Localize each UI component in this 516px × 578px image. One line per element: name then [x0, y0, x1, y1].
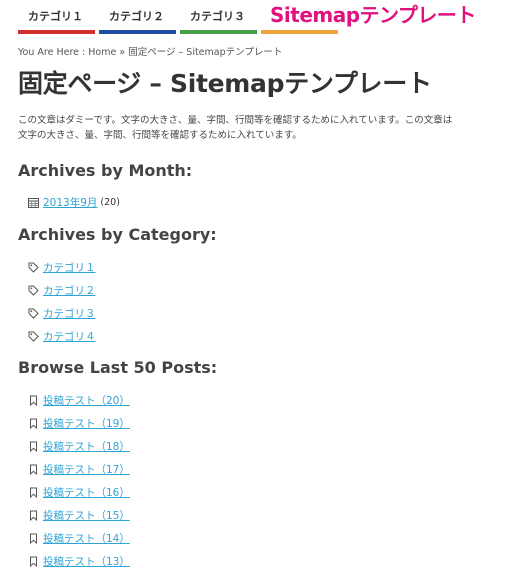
archives-by-category-list: カテゴリ１ カテゴリ２ カテゴリ３ カテゴリ４: [28, 261, 96, 353]
archives-by-month-list: 2013年9月 (20): [28, 196, 120, 219]
list-item: カテゴリ３: [28, 307, 96, 330]
tag-icon: [28, 262, 39, 273]
breadcrumb-separator: »: [119, 47, 126, 58]
list-item: 投稿テスト（13）: [28, 555, 130, 578]
bookmark-icon: [30, 441, 37, 452]
breadcrumb-current: 固定ページ – Sitemapテンプレート: [128, 47, 283, 58]
list-item: 投稿テスト（17）: [28, 463, 130, 486]
month-archive-link[interactable]: 2013年9月: [43, 196, 97, 210]
post-link[interactable]: 投稿テスト（20）: [43, 394, 130, 408]
bookmark-icon: [30, 395, 37, 406]
nav-item-label: カテゴリ１: [28, 10, 83, 23]
list-item: 投稿テスト（20）: [28, 394, 130, 417]
category-link[interactable]: カテゴリ２: [43, 284, 96, 298]
nav-item-label: カテゴリ２: [109, 10, 164, 23]
breadcrumb-home-link[interactable]: Home: [88, 47, 116, 58]
post-link[interactable]: 投稿テスト（14）: [43, 532, 130, 546]
list-item: 2013年9月 (20): [28, 196, 120, 219]
tag-icon: [28, 308, 39, 319]
bookmark-icon: [30, 533, 37, 544]
list-item: 投稿テスト（19）: [28, 417, 130, 440]
page-title: 固定ページ – Sitemapテンプレート: [18, 69, 432, 98]
recent-posts-list: 投稿テスト（20） 投稿テスト（19） 投稿テスト（18） 投稿テスト（17） …: [28, 394, 130, 578]
post-link[interactable]: 投稿テスト（17）: [43, 463, 130, 477]
post-link[interactable]: 投稿テスト（13）: [43, 555, 130, 569]
breadcrumb: You Are Here : Home » 固定ページ – Sitemapテンプ…: [18, 44, 282, 58]
post-count: (20): [100, 197, 120, 208]
bookmark-icon: [30, 556, 37, 567]
breadcrumb-prefix: You Are Here :: [18, 47, 86, 58]
intro-line: この文章はダミーです。文字の大きさ、量、字間、行間等を確認するために入れています…: [18, 115, 453, 126]
category-link[interactable]: カテゴリ４: [43, 330, 96, 344]
bookmark-icon: [30, 487, 37, 498]
category-link[interactable]: カテゴリ３: [43, 307, 96, 321]
intro-line: 文字の大きさ、量、字間、行間等を確認するために入れています。: [18, 130, 302, 141]
nav-item-category-3[interactable]: カテゴリ３: [180, 0, 257, 34]
list-item: カテゴリ２: [28, 284, 96, 307]
list-item: 投稿テスト（18）: [28, 440, 130, 463]
tag-icon: [28, 285, 39, 296]
archives-by-category-heading: Archives by Category:: [18, 225, 217, 244]
list-item: 投稿テスト（14）: [28, 532, 130, 555]
intro-text: この文章はダミーです。文字の大きさ、量、字間、行間等を確認するために入れています…: [18, 113, 516, 143]
bookmark-icon: [30, 510, 37, 521]
list-item: 投稿テスト（15）: [28, 509, 130, 532]
nav-item-label: カテゴリ３: [190, 10, 245, 23]
calendar-icon: [28, 198, 39, 208]
bookmark-icon: [30, 418, 37, 429]
category-link[interactable]: カテゴリ１: [43, 261, 96, 275]
list-item: 投稿テスト（16）: [28, 486, 130, 509]
tag-icon: [28, 331, 39, 342]
post-link[interactable]: 投稿テスト（15）: [43, 509, 130, 523]
post-link[interactable]: 投稿テスト（19）: [43, 417, 130, 431]
post-link[interactable]: 投稿テスト（16）: [43, 486, 130, 500]
bookmark-icon: [30, 464, 37, 475]
archives-by-month-heading: Archives by Month:: [18, 161, 193, 180]
template-name-overlay: Sitemapテンプレート: [270, 3, 476, 27]
nav-item-category-2[interactable]: カテゴリ２: [99, 0, 176, 34]
nav-item-category-1[interactable]: カテゴリ１: [18, 0, 95, 34]
post-link[interactable]: 投稿テスト（18）: [43, 440, 130, 454]
list-item: カテゴリ１: [28, 261, 96, 284]
list-item: カテゴリ４: [28, 330, 96, 353]
browse-last-posts-heading: Browse Last 50 Posts:: [18, 358, 218, 377]
